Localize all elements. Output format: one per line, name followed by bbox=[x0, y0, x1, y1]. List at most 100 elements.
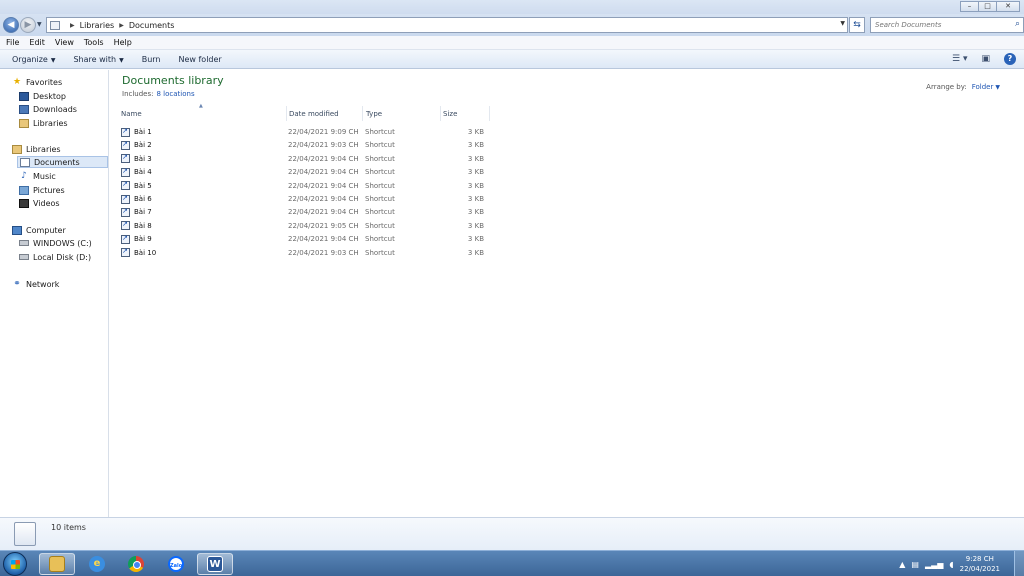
nav-computer[interactable]: Computer bbox=[12, 224, 66, 236]
file-size: 3 KB bbox=[467, 154, 484, 163]
close-button[interactable]: ✕ bbox=[996, 1, 1020, 12]
nav-drive-c[interactable]: WINDOWS (C:) bbox=[19, 237, 92, 249]
details-pane: 10 items bbox=[0, 517, 1024, 550]
file-row[interactable]: Bài 4 22/04/2021 9:04 CH Shortcut 3 KB bbox=[121, 166, 491, 178]
nav-network[interactable]: ⚭ Network bbox=[12, 278, 59, 290]
file-name: Bài 3 bbox=[134, 154, 152, 163]
burn-label: Burn bbox=[141, 54, 161, 64]
file-size: 3 KB bbox=[467, 195, 484, 203]
chevron-right-icon[interactable]: ▶ bbox=[119, 22, 124, 29]
recent-pages-dropdown-icon[interactable]: ▼ bbox=[37, 21, 42, 28]
file-name: Bài 2 bbox=[134, 141, 152, 150]
address-bar[interactable]: ▶ Libraries ▶ Documents ▼ bbox=[46, 17, 848, 33]
word-icon: W bbox=[207, 556, 223, 572]
search-icon[interactable]: ⌕ bbox=[1015, 19, 1020, 29]
shortcut-icon bbox=[121, 167, 130, 177]
nav-downloads[interactable]: Downloads bbox=[19, 103, 77, 115]
file-date-modified: 22/04/2021 9:04 CH bbox=[288, 181, 359, 190]
column-header-name[interactable]: Name bbox=[120, 106, 287, 121]
nav-favorites[interactable]: ★ Favorites bbox=[12, 76, 62, 88]
file-size: 3 KB bbox=[467, 181, 484, 190]
menu-edit[interactable]: Edit bbox=[29, 38, 45, 47]
taskbar-windows-explorer[interactable] bbox=[39, 553, 75, 575]
search-input[interactable] bbox=[871, 18, 1001, 32]
maximize-button[interactable]: □ bbox=[978, 1, 997, 12]
arrange-by: Arrange by: Folder ▼ bbox=[926, 83, 1000, 91]
show-desktop-button[interactable] bbox=[1014, 551, 1024, 576]
pictures-icon bbox=[19, 185, 29, 195]
nav-desktop[interactable]: Desktop bbox=[19, 90, 66, 102]
show-hidden-icons-icon[interactable]: ▲ bbox=[899, 560, 905, 569]
forward-button[interactable]: ▶ bbox=[20, 17, 36, 33]
new-folder-button[interactable]: New folder bbox=[178, 55, 221, 64]
computer-icon bbox=[12, 225, 22, 235]
shortcut-icon bbox=[121, 194, 130, 204]
chevron-down-icon[interactable]: ▼ bbox=[995, 84, 1000, 91]
shortcut-icon bbox=[121, 247, 130, 258]
change-view-icon[interactable]: ☰ ▾ bbox=[952, 54, 967, 64]
file-row[interactable]: Bài 1 22/04/2021 9:09 CH Shortcut 3 KB bbox=[121, 126, 491, 138]
library-title: Documents library bbox=[122, 74, 224, 87]
menu-view[interactable]: View bbox=[55, 38, 74, 47]
arrange-by-dropdown[interactable]: Folder bbox=[972, 83, 994, 91]
nav-music[interactable]: ♪ Music bbox=[19, 170, 56, 182]
taskbar-google-chrome[interactable] bbox=[118, 553, 154, 575]
minimize-button[interactable]: – bbox=[960, 1, 979, 12]
refresh-button[interactable]: ⇆ bbox=[849, 17, 865, 33]
file-type: Shortcut bbox=[365, 235, 395, 244]
chevron-down-icon: ▼ bbox=[50, 56, 56, 64]
nav-fav-libraries[interactable]: Libraries bbox=[19, 117, 68, 129]
file-name: Bài 7 bbox=[134, 208, 152, 217]
breadcrumb-documents[interactable]: Documents bbox=[129, 21, 175, 30]
menu-tools[interactable]: Tools bbox=[84, 38, 104, 47]
back-button[interactable]: ◀ bbox=[3, 17, 19, 33]
file-row[interactable]: Bài 3 22/04/2021 9:04 CH Shortcut 3 KB bbox=[121, 153, 491, 165]
content-pane: Documents library Includes: 8 locations A… bbox=[110, 70, 1024, 517]
file-row[interactable]: Bài 5 22/04/2021 9:04 CH Shortcut 3 KB bbox=[121, 180, 491, 192]
taskbar-zalo[interactable]: Zalo bbox=[158, 553, 194, 575]
nav-videos[interactable]: Videos bbox=[19, 197, 60, 209]
start-button[interactable] bbox=[3, 552, 27, 576]
taskbar-microsoft-word[interactable]: W bbox=[197, 553, 233, 575]
file-date-modified: 22/04/2021 9:04 CH bbox=[288, 208, 359, 217]
nav-documents[interactable]: Documents bbox=[17, 156, 108, 168]
nav-drive-d[interactable]: Local Disk (D:) bbox=[19, 251, 91, 263]
menu-file[interactable]: File bbox=[6, 38, 19, 47]
search-box[interactable]: ⌕ bbox=[870, 17, 1024, 33]
clock[interactable]: 9:28 CH 22/04/2021 bbox=[960, 554, 1000, 574]
file-type: Shortcut bbox=[365, 195, 395, 203]
breadcrumb-libraries[interactable]: Libraries bbox=[80, 21, 115, 30]
share-with-button[interactable]: Share with ▼ bbox=[73, 55, 123, 64]
taskbar-internet-explorer[interactable]: e bbox=[79, 553, 115, 575]
drive-icon bbox=[19, 240, 29, 246]
file-row[interactable]: Bài 6 22/04/2021 9:04 CH Shortcut 3 KB bbox=[121, 193, 491, 205]
item-count: 10 items bbox=[51, 523, 86, 532]
nav-libraries[interactable]: Libraries bbox=[12, 143, 61, 155]
nav-pictures[interactable]: Pictures bbox=[19, 184, 65, 196]
file-name: Bài 9 bbox=[134, 235, 152, 244]
organize-label: Organize bbox=[12, 54, 48, 64]
file-row[interactable]: Bài 9 22/04/2021 9:04 CH Shortcut 3 KB bbox=[121, 233, 491, 245]
preview-pane-icon[interactable]: ▣ bbox=[981, 54, 990, 64]
file-row[interactable]: Bài 8 22/04/2021 9:05 CH Shortcut 3 KB bbox=[121, 220, 491, 232]
network-signal-icon[interactable]: ▂▃▅ bbox=[925, 560, 943, 569]
file-row[interactable]: Bài 2 22/04/2021 9:03 CH Shortcut 3 KB bbox=[121, 139, 491, 151]
column-header-type[interactable]: Type bbox=[364, 106, 441, 121]
burn-button[interactable]: Burn bbox=[142, 55, 161, 64]
file-row[interactable]: Bài 10 22/04/2021 9:03 CH Shortcut 3 KB bbox=[121, 247, 491, 259]
file-row[interactable]: Bài 7 22/04/2021 9:04 CH Shortcut 3 KB bbox=[121, 206, 491, 218]
column-header-date[interactable]: Date modified bbox=[287, 106, 363, 121]
action-center-icon[interactable]: ▤ bbox=[911, 560, 919, 569]
organize-button[interactable]: Organize ▼ bbox=[12, 55, 55, 64]
file-date-modified: 22/04/2021 9:04 CH bbox=[288, 235, 359, 244]
column-header-size[interactable]: Size bbox=[441, 106, 490, 121]
menu-help[interactable]: Help bbox=[114, 38, 132, 47]
arrange-by-label: Arrange by: bbox=[926, 83, 967, 91]
breadcrumb: ▶ Libraries ▶ Documents bbox=[65, 21, 174, 30]
file-date-modified: 22/04/2021 9:05 CH bbox=[288, 221, 359, 230]
help-icon[interactable]: ? bbox=[1004, 53, 1016, 65]
chevron-right-icon[interactable]: ▶ bbox=[70, 22, 75, 29]
volume-icon[interactable]: ◖ bbox=[949, 560, 953, 569]
locations-link[interactable]: 8 locations bbox=[157, 90, 195, 98]
address-dropdown-icon[interactable]: ▼ bbox=[840, 20, 845, 27]
